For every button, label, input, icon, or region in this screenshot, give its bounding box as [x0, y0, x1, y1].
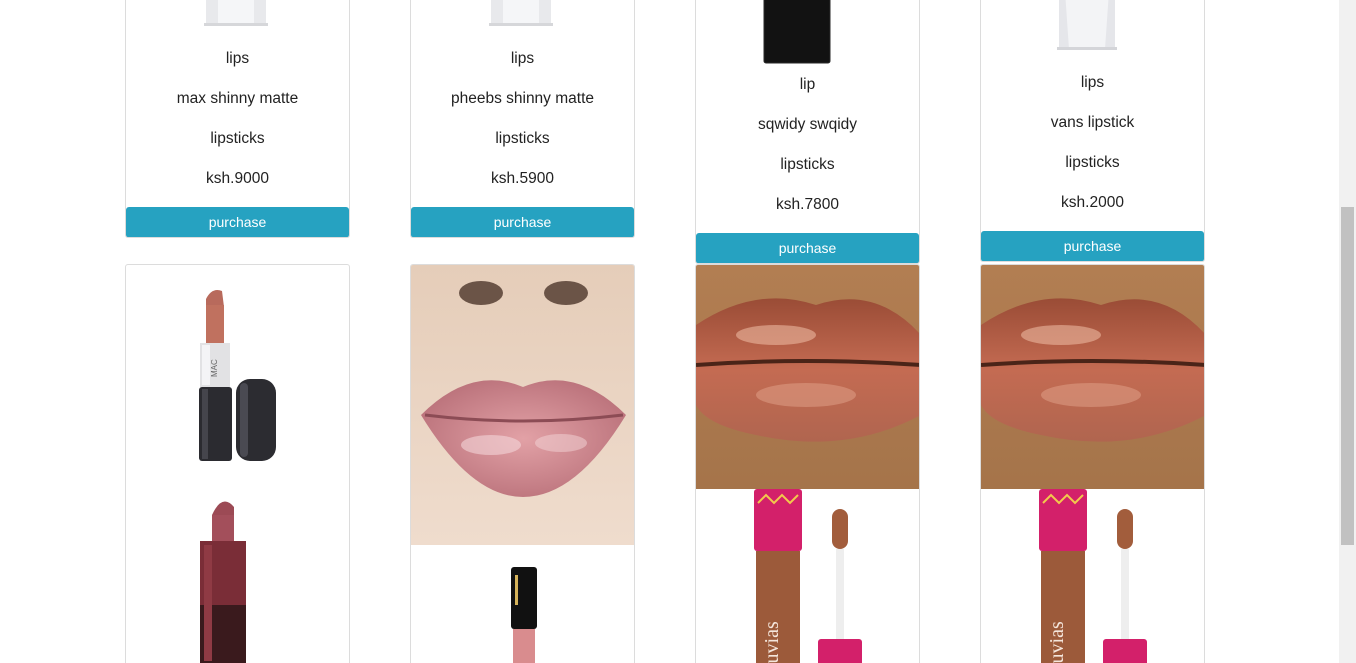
- scrollbar-thumb[interactable]: [1341, 207, 1354, 545]
- product-card: lips pheebs shinny matte lipsticks ksh.5…: [410, 0, 635, 238]
- purchase-button[interactable]: purchase: [126, 207, 349, 237]
- product-card: juvias: [695, 264, 920, 663]
- product-category: lips: [510, 50, 535, 67]
- product-card: lips max shinny matte lipsticks ksh.9000…: [125, 0, 350, 238]
- product-card: [410, 264, 635, 663]
- purchase-button[interactable]: purchase: [411, 207, 634, 237]
- product-name: max shinny matte: [176, 90, 299, 107]
- lips-photo: [411, 265, 634, 545]
- lips-photo: [696, 265, 919, 489]
- lipstick-box-image: [763, 0, 831, 64]
- product-name: sqwidy swqidy: [757, 116, 858, 133]
- product-type: lipsticks: [495, 130, 550, 147]
- purchase-button[interactable]: purchase: [981, 231, 1204, 261]
- purchase-button[interactable]: purchase: [696, 233, 919, 263]
- brand-logo: juvias: [1046, 621, 1068, 663]
- lipstick-tube-image: [489, 0, 553, 26]
- product-name: pheebs shinny matte: [450, 90, 595, 107]
- brand-logo: juvias: [761, 621, 783, 663]
- product-price: ksh.9000: [206, 170, 269, 187]
- lip-gloss-product-image: [511, 567, 537, 663]
- lips-photo: [981, 265, 1204, 489]
- product-image: [411, 0, 634, 47]
- lipstick-tube-image: [204, 0, 268, 26]
- product-price: ksh.5900: [491, 170, 554, 187]
- brand-logo: MAC: [210, 359, 219, 377]
- lipstick-product-image: MAC: [199, 290, 276, 663]
- product-price: ksh.7800: [776, 196, 839, 213]
- product-type: lipsticks: [780, 156, 835, 173]
- product-card: juvias: [980, 264, 1205, 663]
- product-type: lipsticks: [1065, 154, 1120, 171]
- product-name: vans lipstick: [1050, 114, 1135, 131]
- product-price: ksh.2000: [1061, 194, 1124, 211]
- lipstick-tube-image: [1057, 0, 1204, 71]
- product-image: [981, 0, 1204, 71]
- product-image: [696, 0, 919, 65]
- product-image: [126, 0, 349, 47]
- product-card: MAC: [125, 264, 350, 663]
- product-card: lips vans lipstick lipsticks ksh.2000 pu…: [980, 0, 1205, 262]
- product-card: lip sqwidy swqidy lipsticks ksh.7800 pur…: [695, 0, 920, 264]
- lip-gloss-product-image: juvias: [1039, 489, 1147, 663]
- product-category: lip: [799, 76, 816, 93]
- product-category: lips: [1080, 74, 1105, 91]
- lip-gloss-product-image: juvias: [754, 489, 862, 663]
- product-type: lipsticks: [210, 130, 265, 147]
- product-category: lips: [225, 50, 250, 67]
